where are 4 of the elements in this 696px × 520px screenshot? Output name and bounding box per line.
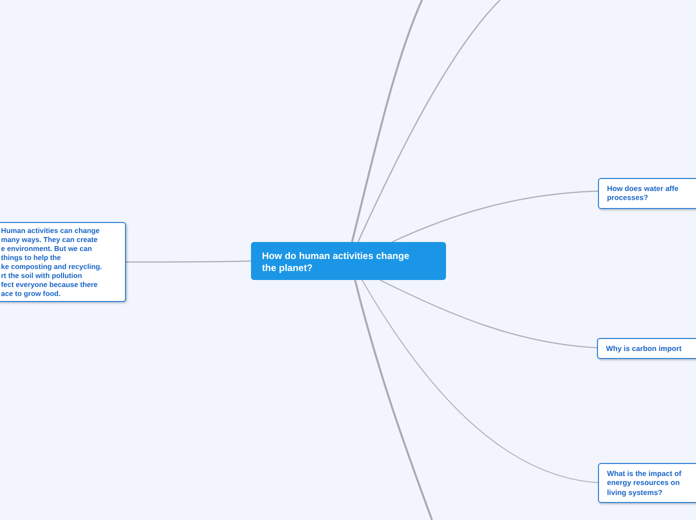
note-node[interactable] [0,222,126,302]
node-text-line: How do human activities change [262,251,410,263]
node-text-line: the planet? [262,262,314,275]
central-topic-node[interactable]: How do human activities change the planet? [251,242,446,280]
